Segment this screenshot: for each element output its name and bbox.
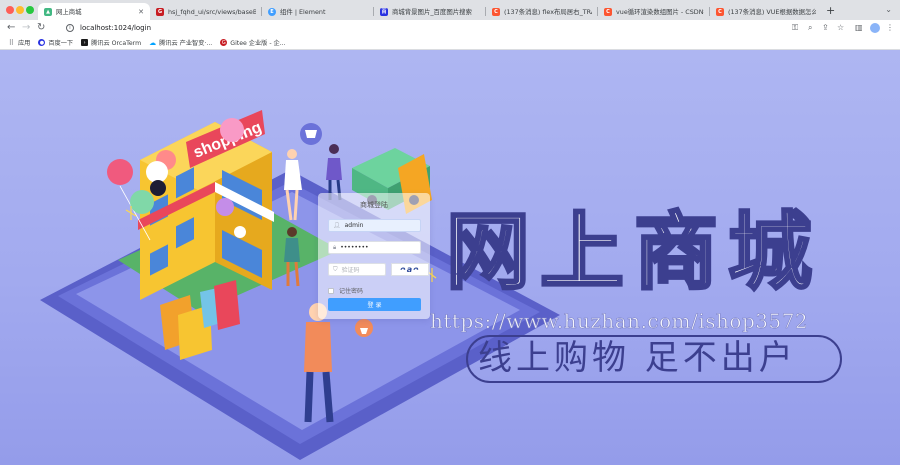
tab-csdn-flex[interactable]: C (137条消息) flex布局居右_TRAC...: [486, 3, 598, 20]
bookmark-baidu[interactable]: ● 百度一下: [38, 38, 73, 47]
cart-badge-illustration: [300, 123, 322, 145]
back-icon[interactable]: ←: [7, 22, 15, 34]
profile-avatar[interactable]: [870, 23, 880, 33]
tab-label: 网上商城: [56, 8, 82, 16]
remember-password-checkbox[interactable]: 记住密码: [328, 286, 363, 295]
username-value: admin: [344, 222, 364, 229]
csdn-icon: C: [716, 7, 724, 16]
bookmarks-bar: ⠿ 应用 ● 百度一下 › 腾讯云 OrcaTerm ☁ 腾讯云 产业智变·..…: [0, 36, 900, 50]
terminal-icon: ›: [81, 39, 89, 46]
browser-toolbar: ← → ↻ i localhost:1024/login ⚿ ⌕ ⇪ ☆ ▥ ⋮: [0, 20, 900, 36]
hero-slogan: 线上购物 足不出户: [478, 338, 797, 378]
captcha-text: ᴖaᴖ: [400, 265, 420, 274]
watermark-url: https://www.huzhan.com/ishop3572: [430, 309, 809, 334]
forward-icon[interactable]: →: [22, 22, 30, 34]
maximize-window-button[interactable]: [26, 6, 34, 14]
bookmark-label: 腾讯云 OrcaTerm: [91, 40, 142, 47]
baidu-icon: 百: [380, 7, 388, 16]
tab-label: 组件 | Element: [280, 8, 326, 16]
bookmark-label: 应用: [18, 40, 31, 47]
password-value: ••••••••: [340, 244, 369, 251]
captcha-field[interactable]: ⛉ 验证码: [328, 263, 386, 276]
leaf-icon: ▲: [44, 7, 52, 16]
bookmark-label: Gitee 企业版 - 企...: [230, 40, 286, 47]
gitee-icon: G: [220, 39, 228, 46]
url-text: localhost:1024/login: [80, 24, 152, 32]
key-icon[interactable]: ⚿: [792, 23, 798, 33]
tab-baidu-image[interactable]: 百 商城背景图片_百度图片搜索: [374, 3, 486, 20]
bookmark-label: 百度一下: [48, 40, 74, 47]
more-menu-icon[interactable]: ⋮: [886, 23, 894, 33]
side-panel-icon[interactable]: ▥: [855, 23, 863, 33]
login-button[interactable]: 登 录: [328, 298, 421, 311]
checkbox-icon[interactable]: [328, 287, 334, 294]
tab-label: vue循环渲染数组图片 - CSDN搜...: [616, 8, 704, 16]
info-icon[interactable]: i: [66, 24, 74, 32]
login-page: shopping: [0, 50, 900, 465]
element-icon: E: [268, 7, 276, 16]
csdn-icon: C: [492, 7, 500, 16]
apps-grid-icon: ⠿: [8, 38, 15, 47]
reload-icon[interactable]: ↻: [37, 22, 45, 34]
bookmark-apps[interactable]: ⠿ 应用: [8, 38, 31, 48]
tab-label: hsj_fqhd_ui/src/views/baseBus...: [168, 7, 256, 16]
tab-csdn-vue-render[interactable]: C (137条消息) VUE根据数据怎么渲...: [710, 3, 822, 20]
address-bar[interactable]: i localhost:1024/login: [54, 21, 792, 35]
gitee-icon: G: [156, 7, 164, 16]
captcha-image[interactable]: ᴖaᴖ: [391, 263, 429, 276]
share-icon[interactable]: ⇪: [822, 23, 829, 33]
password-field[interactable]: 🔒︎ ••••••••: [328, 241, 421, 254]
close-icon[interactable]: ✕: [138, 8, 144, 16]
tab-csdn-vue-loop[interactable]: C vue循环渲染数组图片 - CSDN搜...: [598, 3, 710, 20]
bookmark-orcaterm[interactable]: › 腾讯云 OrcaTerm: [81, 38, 141, 47]
user-icon: 👤︎: [333, 222, 341, 229]
tab-strip: ▲ 网上商城 ✕ G hsj_fqhd_ui/src/views/baseBus…: [0, 0, 900, 20]
tab-label: (137条消息) VUE根据数据怎么渲...: [728, 8, 816, 16]
remember-label: 记住密码: [339, 288, 364, 295]
new-tab-button[interactable]: +: [826, 4, 835, 17]
hero-title: 网上商城: [444, 203, 823, 301]
cloud-icon: ☁: [149, 38, 157, 47]
baidu-paw-icon: ●: [38, 39, 46, 46]
close-window-button[interactable]: [6, 6, 14, 14]
captcha-placeholder: 验证码: [341, 267, 360, 274]
tab-search-icon[interactable]: ⌄: [885, 5, 892, 14]
csdn-icon: C: [604, 7, 612, 16]
shield-icon: ⛉: [333, 265, 338, 273]
zoom-icon[interactable]: ⌕: [808, 23, 812, 33]
tab-element[interactable]: E 组件 | Element: [262, 3, 374, 20]
bookmark-gitee[interactable]: G Gitee 企业版 - 企...: [220, 38, 286, 47]
tab-label: (137条消息) flex布局居右_TRAC...: [504, 8, 592, 16]
tab-label: 商城背景图片_百度图片搜索: [392, 8, 472, 16]
bookmark-tencent-cloud[interactable]: ☁ 腾讯云 产业智变·...: [149, 38, 213, 48]
tab-gitee-repo[interactable]: G hsj_fqhd_ui/src/views/baseBus...: [150, 3, 262, 20]
login-title: 商城登陆: [360, 201, 388, 209]
bookmark-label: 腾讯云 产业智变·...: [159, 40, 213, 47]
username-field[interactable]: 👤︎ admin: [328, 219, 421, 232]
lock-icon: 🔒︎: [333, 243, 337, 251]
tab-wangshang-shangcheng[interactable]: ▲ 网上商城 ✕: [38, 3, 150, 20]
login-card: 商城登陆 👤︎ admin 🔒︎ •••••••• ⛉ 验证码 ᴖaᴖ 记住密码…: [318, 193, 430, 319]
minimize-window-button[interactable]: [16, 6, 24, 14]
bookmark-star-icon[interactable]: ☆: [837, 23, 844, 33]
